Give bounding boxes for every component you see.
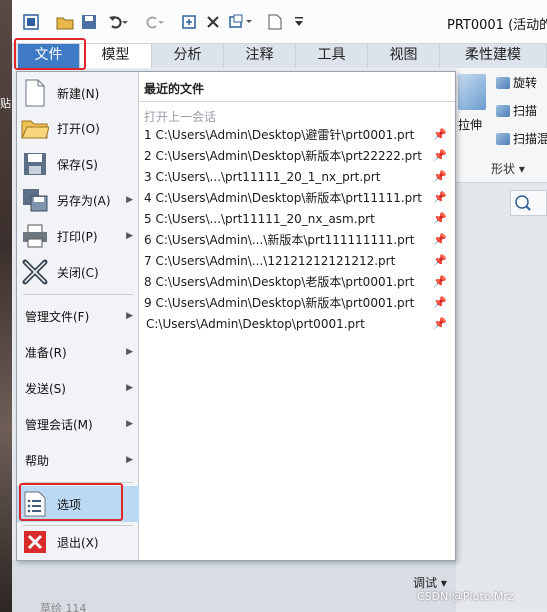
watermark: CSDN @Pluto.Mrz bbox=[417, 590, 514, 603]
sweep-icon bbox=[496, 104, 510, 117]
revolve-icon bbox=[496, 76, 510, 89]
zoom-tool-button[interactable] bbox=[510, 190, 547, 216]
open-folder-icon[interactable] bbox=[56, 13, 74, 31]
save-command[interactable]: 保存(S) bbox=[17, 146, 139, 182]
recent-files-title: 最近的文件 bbox=[144, 82, 205, 96]
regenerate-icon[interactable] bbox=[180, 13, 198, 31]
submenu-arrow-icon: ▶ bbox=[126, 347, 133, 357]
pin-icon[interactable]: 📌 bbox=[433, 149, 447, 162]
tab-analysis[interactable]: 分析 bbox=[152, 44, 224, 68]
pin-icon[interactable]: 📌 bbox=[433, 212, 447, 225]
quick-access-toolbar: PRT0001 (活动的 bbox=[12, 0, 547, 44]
exit-command[interactable]: 退出(X) bbox=[17, 524, 139, 560]
pin-icon[interactable]: 📌 bbox=[433, 317, 447, 330]
desktop-text: 贴 bbox=[0, 97, 11, 110]
ribbon-tabs: 文件 模型 分析 注释 工具 视图 柔性建模 bbox=[12, 44, 547, 68]
menu-separator bbox=[23, 294, 133, 295]
recent-file-item[interactable]: 1 C:\Users\Admin\Desktop\避雷针\prt0001.prt… bbox=[140, 124, 455, 145]
recent-file-item[interactable]: 3 C:\Users\...\prt11111_20_1_nx_prt.prt 📌 bbox=[140, 166, 455, 187]
submenu-arrow-icon: ▶ bbox=[126, 419, 133, 429]
close-command[interactable]: 关闭(C) bbox=[17, 254, 139, 290]
pin-icon[interactable]: 📌 bbox=[433, 128, 447, 141]
exit-icon bbox=[21, 528, 49, 556]
revolve-button[interactable]: 旋转 bbox=[496, 74, 537, 91]
recent-file-item[interactable]: 7 C:\Users\Admin\...\12121212121212.prt 📌 bbox=[140, 250, 455, 271]
open-last-session[interactable]: 打开上一会话 bbox=[144, 108, 216, 125]
app-icon[interactable] bbox=[22, 13, 40, 31]
new-command[interactable]: 新建(N) bbox=[17, 74, 139, 112]
extrude-icon bbox=[458, 74, 486, 110]
desktop-background: 贴 bbox=[0, 0, 12, 612]
customize-toolbar-icon[interactable] bbox=[292, 13, 306, 31]
save-as-command[interactable]: 另存为(A) ▶ bbox=[17, 182, 139, 218]
submenu-arrow-icon: ▶ bbox=[126, 195, 133, 205]
pin-icon[interactable]: 📌 bbox=[433, 170, 447, 183]
swept-blend-icon bbox=[496, 132, 510, 145]
sweep-button[interactable]: 扫描 bbox=[496, 102, 537, 119]
debug-menu[interactable]: 调试 ▾ bbox=[413, 574, 447, 591]
extrude-button[interactable]: 拉伸 bbox=[458, 116, 482, 133]
save-icon bbox=[21, 150, 49, 178]
recent-file-item[interactable]: 2 C:\Users\Admin\Desktop\新版本\prt22222.pr… bbox=[140, 145, 455, 166]
file-tab-highlight bbox=[14, 38, 86, 70]
manage-file-command[interactable]: 管理文件(F) ▶ bbox=[17, 298, 139, 334]
graphics-area bbox=[456, 183, 547, 611]
close-window-icon[interactable] bbox=[204, 13, 222, 31]
options-highlight bbox=[19, 483, 123, 521]
printer-icon bbox=[21, 222, 49, 250]
tab-view[interactable]: 视图 bbox=[368, 44, 440, 68]
model-tree-item[interactable]: 草绘 114 bbox=[40, 600, 87, 612]
shape-group-label[interactable]: 形状 ▾ bbox=[491, 160, 525, 177]
help-command[interactable]: 帮助 ▶ bbox=[17, 442, 139, 478]
recent-file-item[interactable]: 8 C:\Users\Admin\Desktop\老版本\prt0001.prt… bbox=[140, 271, 455, 292]
tab-model[interactable]: 模型 bbox=[80, 44, 152, 68]
windows-icon[interactable] bbox=[228, 13, 256, 31]
submenu-arrow-icon: ▶ bbox=[126, 455, 133, 465]
pin-icon[interactable]: 📌 bbox=[433, 296, 447, 309]
zoom-icon bbox=[515, 195, 531, 211]
recent-file-item[interactable]: 4 C:\Users\Admin\Desktop\新版本\prt11111.pr… bbox=[140, 187, 455, 208]
recent-separator bbox=[140, 101, 455, 102]
recent-file-item[interactable]: 6 C:\Users\Admin\...\新版本\prt111111111.pr… bbox=[140, 229, 455, 250]
tab-annotate[interactable]: 注释 bbox=[224, 44, 296, 68]
pin-icon[interactable]: 📌 bbox=[433, 233, 447, 246]
save-icon[interactable] bbox=[80, 13, 98, 31]
submenu-arrow-icon: ▶ bbox=[126, 383, 133, 393]
new-document-icon bbox=[21, 79, 49, 107]
send-command[interactable]: 发送(S) ▶ bbox=[17, 370, 139, 406]
tab-tools[interactable]: 工具 bbox=[296, 44, 368, 68]
recent-file-item[interactable]: 9 C:\Users\Admin\Desktop\新版本\prt0001.prt… bbox=[140, 292, 455, 313]
open-folder-icon bbox=[21, 114, 49, 142]
pin-icon[interactable]: 📌 bbox=[433, 191, 447, 204]
swept-blend-button[interactable]: 扫描混 bbox=[496, 130, 547, 147]
tab-flexible-modeling[interactable]: 柔性建模 bbox=[440, 44, 547, 68]
recent-file-item[interactable]: C:\Users\Admin\Desktop\prt0001.prt 📌 bbox=[140, 313, 455, 334]
redo-icon[interactable] bbox=[142, 13, 166, 31]
submenu-arrow-icon: ▶ bbox=[126, 231, 133, 241]
prepare-command[interactable]: 准备(R) ▶ bbox=[17, 334, 139, 370]
window-title: PRT0001 (活动的 bbox=[447, 18, 547, 33]
save-as-icon bbox=[21, 186, 49, 214]
chevron-down-icon: ▾ bbox=[518, 162, 525, 176]
print-command[interactable]: 打印(P) ▶ bbox=[17, 218, 139, 254]
manage-session-command[interactable]: 管理会话(M) ▶ bbox=[17, 406, 139, 442]
recent-file-item[interactable]: 5 C:\Users\...\prt11111_20_nx_asm.prt 📌 bbox=[140, 208, 455, 229]
open-command[interactable]: 打开(O) bbox=[17, 110, 139, 146]
close-x-icon bbox=[21, 258, 49, 286]
new-page-icon[interactable] bbox=[266, 13, 284, 31]
undo-icon[interactable] bbox=[106, 13, 130, 31]
pin-icon[interactable]: 📌 bbox=[433, 254, 447, 267]
pin-icon[interactable]: 📌 bbox=[433, 275, 447, 288]
submenu-arrow-icon: ▶ bbox=[126, 311, 133, 321]
